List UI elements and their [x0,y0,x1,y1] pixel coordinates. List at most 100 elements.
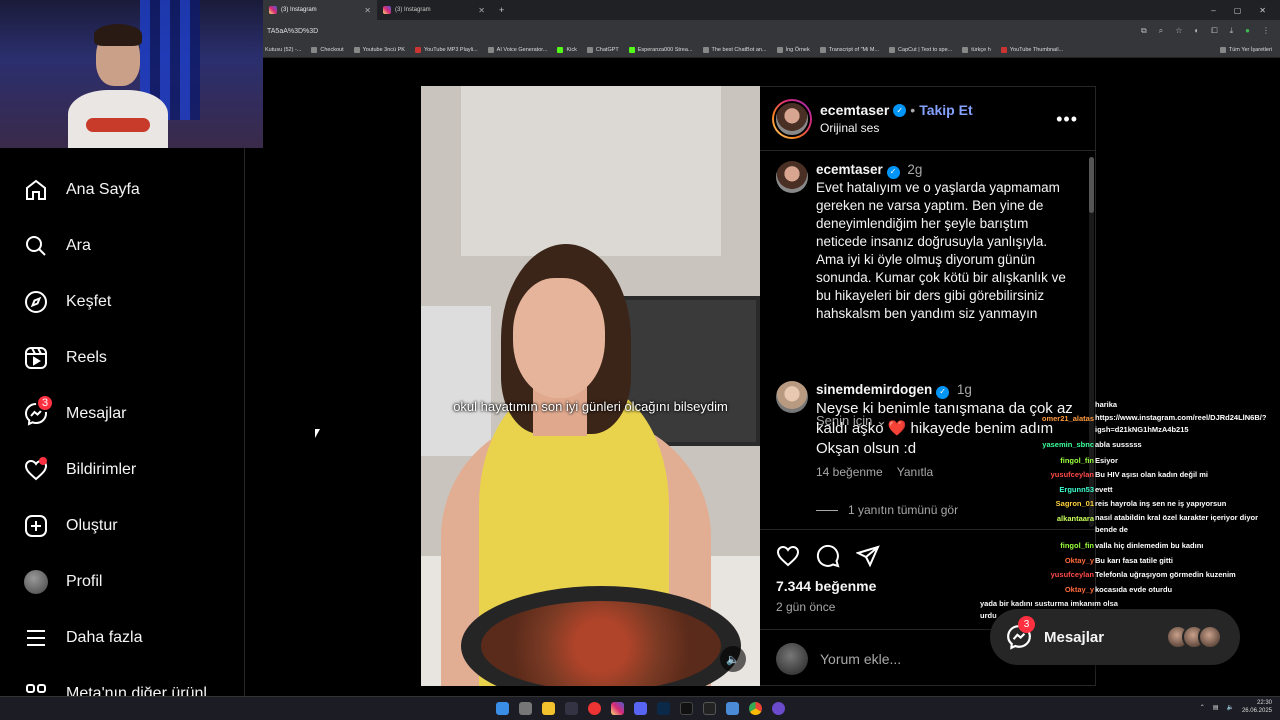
address-bar[interactable]: TA5aA%3D%3D ⧉ ⌕ ☆ ◐ ⧠ ⤓ ● ⋮ [263,20,1280,42]
reply-button[interactable]: Yanıtla [897,465,933,479]
discord-icon[interactable] [633,702,647,715]
chat-text: Bu karı fasa tatile gitti [1095,556,1173,565]
download-icon[interactable]: ⤓ [1230,26,1234,36]
streamer [68,24,168,148]
task-view-icon[interactable] [518,702,532,715]
sidebar-item-explore[interactable]: Keşfet [22,288,111,316]
comment-username[interactable]: sinemdemirdogen [816,382,932,397]
volume-icon[interactable]: 🔈 [1226,704,1233,711]
network-icon[interactable]: ▤ [1213,704,1219,711]
audio-label[interactable]: Orijinal ses [820,121,973,135]
tab-instagram-1[interactable]: (3) Instagram ✕ [263,0,377,20]
sidebar-item-profile[interactable]: Profil [22,568,102,596]
chat-username: Ergunn53 [1059,485,1094,494]
view-replies[interactable]: 1 yanıtın tümünü gör [816,503,958,517]
bookmark[interactable]: Checkout [311,46,344,53]
sidebar-item-label: Keşfet [66,293,112,310]
tab-label: (3) Instagram [395,7,431,13]
url-text[interactable]: TA5aA%3D%3D [267,28,318,35]
profile-icon[interactable]: ● [1245,26,1250,36]
extension-icon[interactable]: ◐ [1194,26,1199,36]
bookmark[interactable]: AI Voice Generator... [487,46,547,53]
settings-icon[interactable] [725,702,739,715]
bookmark[interactable]: Kick [557,46,577,53]
new-tab-button[interactable]: + [491,5,512,15]
menu-icon [22,624,50,652]
bookmark[interactable]: Transcript of "Mi M... [819,46,879,53]
capcut-icon[interactable] [702,702,716,715]
reel-video[interactable]: okul hayatımın son iyi günleri olcağını … [421,86,760,686]
instagram-sidebar: Ana Sayfa Ara Keşfet Reels 3 Mesajlar Bi… [0,148,245,696]
chat-username: Sagron_01 [1055,499,1094,508]
post-username[interactable]: ecemtaser [820,102,889,118]
sidebar-item-messages[interactable]: 3 Mesajlar [22,394,126,428]
avatar[interactable] [776,161,808,193]
steam-icon[interactable] [564,702,578,715]
more-options-icon[interactable]: ••• [1056,109,1078,130]
file-explorer-icon[interactable] [541,702,555,715]
opera-icon[interactable] [587,702,601,715]
close-tab-icon[interactable]: ✕ [364,6,371,15]
tab-instagram-2[interactable]: (3) Instagram ✕ [377,0,491,20]
app-icon[interactable] [771,702,785,715]
star-icon[interactable]: ☆ [1175,26,1182,36]
chevron-up-icon[interactable]: ⌃ [1200,704,1205,711]
close-window-icon[interactable]: ✕ [1259,6,1266,15]
verified-icon: ✓ [893,103,907,117]
post-header: ecemtaser ✓ • Takip Et Orijinal ses ••• [760,87,1096,151]
follow-button[interactable]: Takip Et [919,102,972,118]
chat-username: fingol_fin [1060,456,1094,465]
screenshot-icon[interactable]: ⧉ [1141,26,1147,36]
sidebar-item-notifications[interactable]: Bildirimler [22,456,136,484]
bookmark[interactable]: CapCut | Text to spe... [889,46,952,53]
share-icon[interactable] [855,544,880,573]
tiktok-icon[interactable] [679,702,693,715]
photoshop-icon[interactable] [656,702,670,715]
stream-chat-overlay: harika omer21_alatas https://www.instagram… [980,398,1280,626]
messages-pill[interactable]: 3 Mesajlar [990,609,1240,665]
like-heart-icon[interactable] [776,544,800,573]
separator: • [910,102,916,118]
scrollbar-thumb[interactable] [1089,157,1094,213]
sidebar-item-home[interactable]: Ana Sayfa [22,176,140,204]
likes-count[interactable]: 7.344 beğenme [776,578,876,594]
bookmark[interactable]: YouTube MP3 Playli... [414,46,478,53]
close-tab-icon[interactable]: ✕ [478,6,485,15]
comment-username[interactable]: ecemtaser [816,162,883,177]
story-ring[interactable] [772,98,812,139]
youtube-icon [1000,46,1007,53]
sidebar-item-meta[interactable]: Meta'nın diğer ürünl [22,680,207,696]
chat-username: alkantaara [1056,514,1094,523]
avatar-stack [1166,625,1222,649]
bookmark[interactable]: YouTube Thumbnail... [1000,46,1063,53]
bookmark[interactable]: türkçe h [962,46,991,53]
chrome-icon[interactable] [748,702,762,715]
instagram-icon[interactable] [610,702,624,715]
kebab-menu-icon[interactable]: ⋮ [1262,26,1270,36]
sidebar-item-more[interactable]: Daha fazla [22,624,143,652]
all-bookmarks[interactable]: Tüm Yer İşaretleri [1219,46,1278,53]
messenger-icon: 3 [1006,616,1035,650]
sidebar-item-search[interactable]: Ara [22,232,91,260]
chat-username: yusufceylan [1050,470,1094,479]
comment-likes[interactable]: 14 beğenme [816,465,883,479]
zoom-icon[interactable]: ⌕ [1159,26,1163,36]
avatar[interactable] [776,381,808,413]
sidebar-item-create[interactable]: Oluştur [22,512,118,540]
speaker-icon[interactable]: 🔈 [720,646,746,672]
windows-start-icon[interactable] [495,702,509,715]
chat-username: fingol_fin [1060,541,1094,550]
maximize-icon[interactable]: ▢ [1234,6,1242,15]
bookmark[interactable]: Youtube 3ncü PK [353,46,405,53]
bookmark[interactable]: ChatGPT [586,46,619,53]
comment-input[interactable]: Yorum ekle... [820,651,901,667]
bookmark[interactable]: Esperanza000 Strea... [628,46,693,53]
clock[interactable]: 22:30 26.06.2025 [1242,699,1272,715]
bookmark[interactable]: The best ChatBot an... [702,46,767,53]
minimize-icon[interactable]: – [1211,6,1215,15]
bookmark[interactable]: İng Örnek [776,46,810,53]
comment-icon[interactable] [816,544,840,573]
puzzle-icon[interactable]: ⧠ [1211,26,1217,36]
sidebar-item-reels[interactable]: Reels [22,344,107,372]
bookmark[interactable]: Kutusu (52) -... [265,47,301,53]
